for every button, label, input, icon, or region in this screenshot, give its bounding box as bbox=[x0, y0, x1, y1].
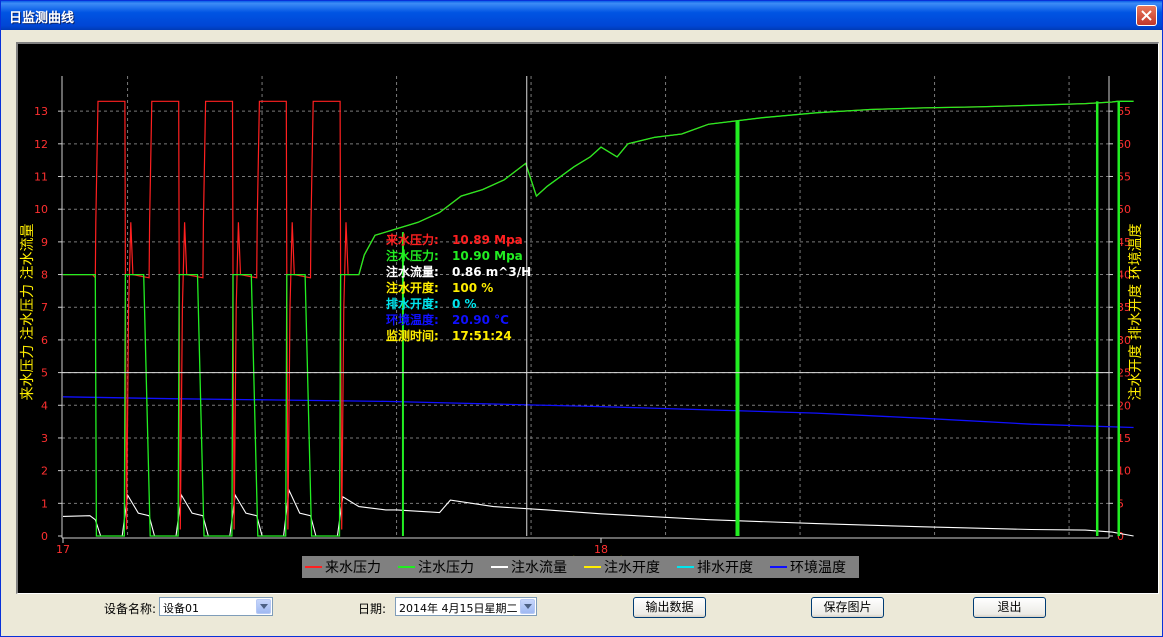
export-data-button[interactable]: 输出数据 bbox=[633, 597, 706, 618]
tooltip-value: 10.89 Mpa bbox=[452, 233, 523, 247]
tooltip-label: 注水开度: bbox=[386, 280, 439, 295]
tooltip-value: 100 % bbox=[452, 281, 493, 295]
device-select-value: 设备01 bbox=[163, 602, 199, 615]
tooltip-label: 注水压力: bbox=[386, 248, 439, 263]
tooltip-value: 0 % bbox=[452, 297, 477, 311]
left-axis-tick-label: 12 bbox=[34, 138, 48, 151]
left-axis-tick-label: 11 bbox=[34, 171, 48, 184]
chevron-down-icon bbox=[524, 604, 532, 609]
legend-label: 环境温度 bbox=[790, 560, 846, 576]
device-select-arrow[interactable] bbox=[256, 599, 271, 614]
save-image-button[interactable]: 保存图片 bbox=[811, 597, 884, 618]
left-axis-tick-label: 1 bbox=[41, 497, 48, 510]
x-axis-tick-label: 17 bbox=[56, 543, 70, 556]
close-button[interactable] bbox=[1136, 5, 1157, 26]
left-axis-tick-label: 0 bbox=[41, 530, 48, 543]
date-picker-arrow[interactable] bbox=[520, 599, 535, 614]
legend-label: 注水开度 bbox=[604, 560, 660, 576]
tooltip-value: 17:51:24 bbox=[452, 329, 512, 343]
tooltip-value: 20.90 °C bbox=[452, 313, 509, 327]
tooltip-label: 注水流量: bbox=[386, 264, 439, 279]
left-axis-tick-label: 3 bbox=[41, 432, 48, 445]
chart-panel: 0 1 2 3 4 5 6 7 8 9 10 11 12 13 0 5 10 15 20 25 30 35 40 45 50 55… bbox=[16, 42, 1159, 594]
legend-label: 注水压力 bbox=[418, 560, 474, 576]
window-body: 0 1 2 3 4 5 6 7 8 9 10 11 12 13 0 5 10 15 20 25 30 35 40 45 50 55… bbox=[4, 30, 1159, 633]
legend-label: 排水开度 bbox=[697, 560, 753, 576]
left-axis-tick-label: 7 bbox=[41, 301, 48, 314]
left-axis-tick-label: 8 bbox=[41, 269, 48, 282]
series-inlet-pressure-line bbox=[63, 100, 1134, 530]
date-picker-value: 2014年 4月15日星期二 bbox=[399, 602, 518, 615]
tooltip-value: 10.90 Mpa bbox=[452, 249, 523, 263]
series-temperature-line bbox=[62, 396, 1134, 429]
device-name-label: 设备名称: bbox=[104, 602, 157, 616]
left-axis-tick-label: 10 bbox=[34, 203, 48, 216]
legend-label: 注水流量 bbox=[511, 560, 567, 576]
legend-label: 来水压力 bbox=[325, 560, 381, 576]
series-flow-line bbox=[62, 488, 1134, 537]
tooltip-label: 来水压力: bbox=[385, 232, 439, 247]
close-icon bbox=[1141, 10, 1152, 21]
main-window: 日监测曲线 0 1 2 3 4 5 6 7 8 9 10 11 12 13 0 5 10 15 20 25 30 35 40… bbox=[0, 0, 1163, 637]
left-axis-tick-label: 5 bbox=[41, 367, 48, 380]
tooltip-label: 排水开度: bbox=[386, 296, 439, 311]
device-select[interactable]: 设备01 bbox=[159, 597, 273, 616]
date-picker[interactable]: 2014年 4月15日星期二 bbox=[395, 597, 537, 616]
title-bar[interactable]: 日监测曲线 bbox=[1, 1, 1162, 30]
left-axis-tick-label: 6 bbox=[41, 334, 48, 347]
tooltip-label: 监测时间: bbox=[386, 328, 439, 343]
left-axis-tick-label: 4 bbox=[41, 399, 48, 412]
right-axis-title: 注水开度 排水开度 环境温度 bbox=[1128, 224, 1144, 401]
date-label: 日期: bbox=[358, 602, 387, 616]
left-axis-tick-label: 13 bbox=[34, 105, 48, 118]
left-axis-title: 来水压力 注水压力 注水流量 bbox=[20, 224, 36, 401]
series-injection-pressure-drop bbox=[1117, 101, 1120, 536]
series-injection-pressure-drop bbox=[735, 120, 740, 536]
series-injection-pressure-drop bbox=[1095, 101, 1099, 536]
exit-button[interactable]: 退出 bbox=[973, 597, 1046, 618]
chevron-down-icon bbox=[260, 604, 268, 609]
chart-canvas[interactable]: 0123456789101112130510152025303540455055… bbox=[18, 44, 1158, 593]
tooltip-value: 0.86 m^3/H bbox=[452, 265, 531, 279]
x-axis-tick-label: 18 bbox=[594, 543, 608, 556]
left-axis-tick-label: 2 bbox=[41, 465, 48, 478]
left-axis-tick-label: 9 bbox=[41, 236, 48, 249]
window-title: 日监测曲线 bbox=[9, 11, 75, 26]
tooltip-label: 环境温度: bbox=[386, 312, 439, 327]
